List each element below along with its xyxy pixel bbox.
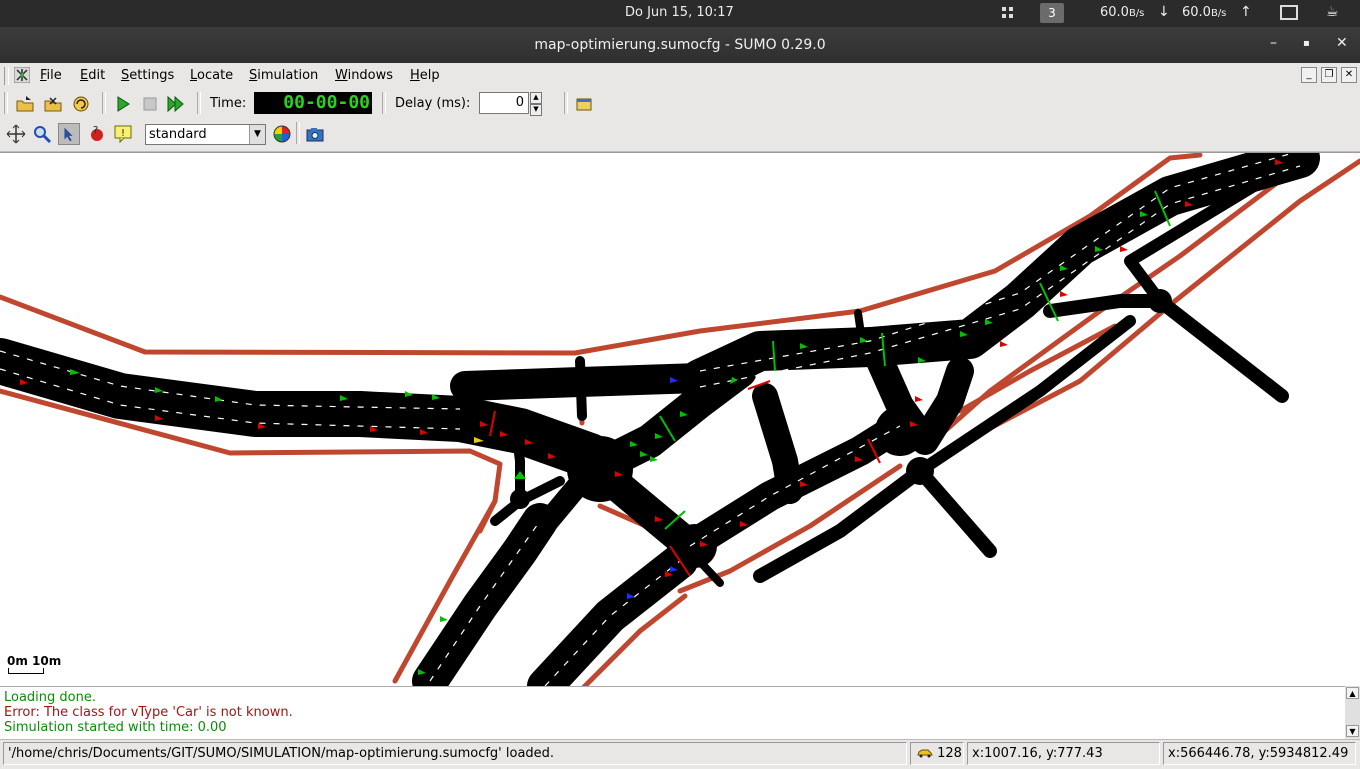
recenter-icon[interactable]: [5, 123, 27, 145]
vehicle-count: 128: [937, 746, 962, 761]
log-line: Loading done.: [4, 690, 96, 705]
menu-settings[interactable]: Settings: [121, 68, 174, 83]
close-button[interactable]: ✕: [1336, 35, 1348, 51]
color-scheme-select[interactable]: standard ▼: [145, 124, 266, 145]
net-speed-down: 60.0B/s: [1100, 5, 1145, 20]
step-icon[interactable]: [165, 93, 187, 115]
chevron-down-icon[interactable]: ▼: [249, 125, 265, 144]
toolbar-separator: [382, 92, 386, 114]
delay-input[interactable]: 0: [479, 92, 529, 114]
net-speed-up: 60.0B/s: [1182, 5, 1227, 20]
svg-text:?: ?: [93, 125, 98, 136]
map-scale-label: 0m 10m: [7, 654, 62, 668]
reload-icon[interactable]: [70, 93, 92, 115]
maximize-button[interactable]: ▪: [1303, 38, 1310, 49]
minimize-button[interactable]: –: [1270, 35, 1277, 51]
edit-breakpoints-icon[interactable]: [573, 93, 595, 115]
arrow-down-icon: ↓: [1158, 4, 1170, 20]
message-log[interactable]: Loading done. Error: The class for vType…: [0, 686, 1345, 739]
time-display: 00-00-00: [254, 92, 372, 114]
status-bar: '/home/chris/Documents/GIT/SUMO/SIMULATI…: [0, 739, 1360, 769]
window-title: map-optimierung.sumocfg - SUMO 0.29.0: [534, 37, 826, 53]
status-message: '/home/chris/Documents/GIT/SUMO/SIMULATI…: [3, 742, 907, 765]
menu-help[interactable]: Help: [410, 68, 440, 83]
color-scheme-value: standard: [149, 127, 207, 142]
stop-icon[interactable]: [139, 93, 161, 115]
time-label: Time:: [210, 96, 247, 111]
toolbar-grip[interactable]: [4, 92, 8, 114]
mdi-close-button[interactable]: ✕: [1341, 67, 1357, 83]
svg-text:!: !: [121, 128, 125, 139]
zoom-icon[interactable]: [31, 123, 53, 145]
geo-position: x:566446.78, y:5934812.49: [1163, 742, 1356, 765]
mdi-minimize-button[interactable]: _: [1301, 67, 1317, 83]
window-titlebar[interactable]: map-optimierung.sumocfg - SUMO 0.29.0 – …: [0, 27, 1360, 63]
delay-label: Delay (ms):: [395, 96, 471, 111]
network-canvas[interactable]: [0, 152, 1360, 686]
arrow-up-icon: ↑: [1240, 4, 1252, 20]
run-icon[interactable]: [112, 93, 134, 115]
menu-windows[interactable]: Windows: [335, 68, 393, 83]
road-network-map[interactable]: [0, 153, 1360, 686]
toolbar-separator: [564, 92, 568, 114]
coffee-cup-icon[interactable]: ☕: [1326, 4, 1339, 20]
menu-file[interactable]: File: [40, 68, 62, 83]
delay-spinner[interactable]: ▲ ▼: [530, 92, 542, 116]
cursor-position: x:1007.16, y:777.43: [967, 742, 1160, 765]
apps-grid-icon[interactable]: [1002, 7, 1014, 19]
spin-down-icon[interactable]: ▼: [530, 104, 542, 116]
vehicle-counter: 128: [910, 742, 964, 765]
menu-simulation[interactable]: Simulation: [249, 68, 318, 83]
open-config-icon[interactable]: [14, 93, 36, 115]
scroll-down-icon[interactable]: ▼: [1346, 725, 1359, 737]
toolbar-separator: [102, 92, 106, 114]
menu-locate[interactable]: Locate: [190, 68, 233, 83]
select-mode-icon[interactable]: [58, 123, 80, 145]
color-wheel-icon[interactable]: [271, 123, 293, 145]
log-scrollbar[interactable]: ▲ ▼: [1345, 686, 1360, 738]
screenshot-icon[interactable]: [304, 123, 326, 145]
menu-edit[interactable]: Edit: [80, 68, 105, 83]
log-line: Simulation started with time: 0.00: [4, 720, 227, 735]
spin-up-icon[interactable]: ▲: [530, 92, 542, 104]
roads: [0, 153, 1320, 686]
tooltip-icon[interactable]: !: [112, 123, 134, 145]
locate-icon[interactable]: ?: [85, 123, 107, 145]
monitor-icon[interactable]: [1280, 5, 1298, 20]
toolbar-separator: [197, 92, 201, 114]
car-icon: [917, 749, 933, 758]
menubar-grip[interactable]: [4, 67, 9, 85]
simulation-toolbar: Time: 00-00-00 Delay (ms): 0 ▲ ▼: [0, 89, 1360, 120]
menu-bar: File Edit Settings Locate Simulation Win…: [0, 63, 1360, 90]
toolbar-separator: [296, 122, 300, 144]
scroll-up-icon[interactable]: ▲: [1346, 687, 1359, 699]
open-network-icon[interactable]: [42, 93, 64, 115]
system-top-bar: Do Jun 15, 10:17 3 60.0B/s ↓ 60.0B/s ↑ ☕: [0, 0, 1360, 27]
workspace-indicator[interactable]: 3: [1040, 3, 1064, 23]
view-toolbar: ? ! standard ▼: [0, 119, 1360, 152]
map-scale-bar: [8, 668, 44, 674]
sumo-app-icon[interactable]: [14, 67, 30, 83]
clock[interactable]: Do Jun 15, 10:17: [625, 5, 734, 20]
mdi-restore-button[interactable]: ❐: [1321, 67, 1337, 83]
log-line-error: Error: The class for vType 'Car' is not …: [4, 705, 293, 720]
